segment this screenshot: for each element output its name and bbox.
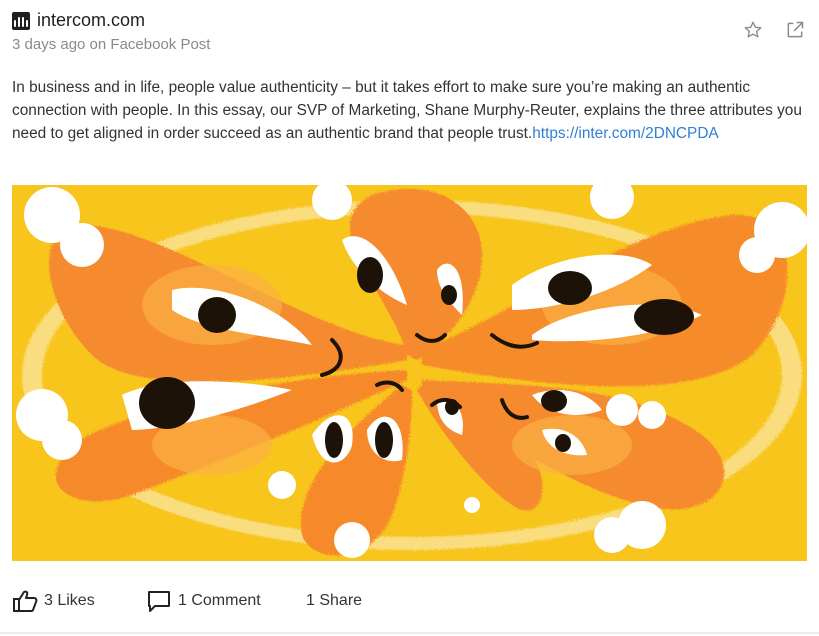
source-row: intercom.com	[12, 10, 807, 31]
shares-button[interactable]: 1 Share	[306, 592, 362, 610]
post-body: In business and in life, people value au…	[12, 76, 808, 145]
post-header: intercom.com 3 days ago on Facebook Post	[12, 10, 807, 60]
intercom-logo-icon	[12, 11, 30, 30]
divider	[0, 632, 819, 634]
comments-button[interactable]: 1 Comment	[146, 589, 306, 613]
post-image[interactable]	[12, 185, 807, 561]
post-link[interactable]: https://inter.com/2DNCPDA	[532, 125, 718, 142]
comments-count: 1 Comment	[178, 592, 261, 609]
post-footer: 3 Likes 1 Comment 1 Share	[12, 585, 807, 617]
comment-icon	[148, 591, 170, 612]
external-link-icon[interactable]	[783, 18, 807, 42]
star-icon[interactable]	[741, 18, 765, 42]
illustration-butterfly-faces	[12, 185, 807, 561]
likes-button[interactable]: 3 Likes	[12, 589, 146, 613]
post-meta: 3 days ago on Facebook Post	[12, 36, 211, 53]
shares-count: 1 Share	[306, 592, 363, 609]
post-actions	[741, 18, 807, 42]
thumbs-up-icon	[13, 590, 38, 612]
source-name[interactable]: intercom.com	[37, 10, 145, 31]
likes-count: 3 Likes	[44, 592, 95, 609]
